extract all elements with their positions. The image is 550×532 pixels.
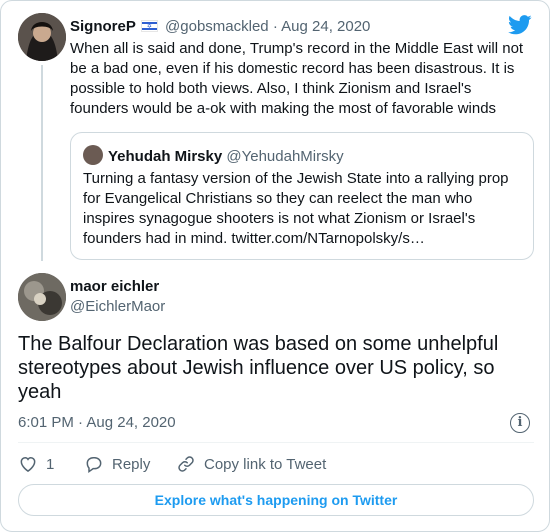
quoted-author-handle: @YehudahMirsky: [226, 148, 344, 165]
main-avatar[interactable]: [18, 273, 66, 321]
parent-author-handle[interactable]: @gobsmackled: [165, 18, 269, 35]
info-icon[interactable]: i: [510, 413, 530, 433]
israel-flag-icon: ✡: [140, 20, 158, 32]
header-separator: ·: [272, 18, 278, 35]
quoted-tweet[interactable]: Yehudah Mirsky @YehudahMirsky Turning a …: [70, 132, 534, 260]
copy-link-label: Copy link to Tweet: [204, 456, 327, 473]
parent-tweet-text: When all is said and done, Trump's recor…: [70, 40, 524, 117]
main-tweet-text: The Balfour Declaration was based on som…: [18, 333, 499, 403]
heart-icon: [20, 456, 36, 472]
quoted-tweet-header: Yehudah Mirsky @YehudahMirsky: [83, 145, 344, 167]
quoted-author-name: Yehudah Mirsky: [108, 148, 223, 165]
main-author-handle[interactable]: @EichlerMaor: [70, 297, 165, 317]
reply-button[interactable]: Reply: [84, 453, 150, 477]
reply-label: Reply: [112, 456, 151, 473]
like-count: 1: [46, 456, 55, 473]
copy-link-button[interactable]: Copy link to Tweet: [176, 453, 326, 477]
parent-tweet-header: SignoreP ✡ @gobsmackled · Aug 24, 2020: [70, 17, 370, 37]
reply-icon: [86, 457, 102, 474]
twitter-bird-icon[interactable]: [508, 15, 532, 35]
thread-connector-line: [41, 65, 43, 261]
tweet-embed-card: SignoreP ✡ @gobsmackled · Aug 24, 2020 Wh…: [0, 0, 550, 532]
parent-date[interactable]: Aug 24, 2020: [281, 18, 370, 35]
quoted-avatar: [83, 145, 103, 165]
tweet-timestamp[interactable]: 6:01 PM · Aug 24, 2020: [18, 413, 176, 433]
like-button[interactable]: 1: [18, 453, 54, 477]
main-author-name[interactable]: maor eichler: [70, 277, 159, 297]
quoted-tweet-text: Turning a fantasy version of the Jewish …: [83, 170, 509, 247]
parent-avatar[interactable]: [18, 13, 66, 61]
parent-author-name[interactable]: SignoreP: [70, 18, 136, 35]
link-icon: [178, 456, 194, 472]
divider: [18, 442, 534, 443]
explore-twitter-button[interactable]: Explore what's happening on Twitter: [18, 484, 534, 516]
